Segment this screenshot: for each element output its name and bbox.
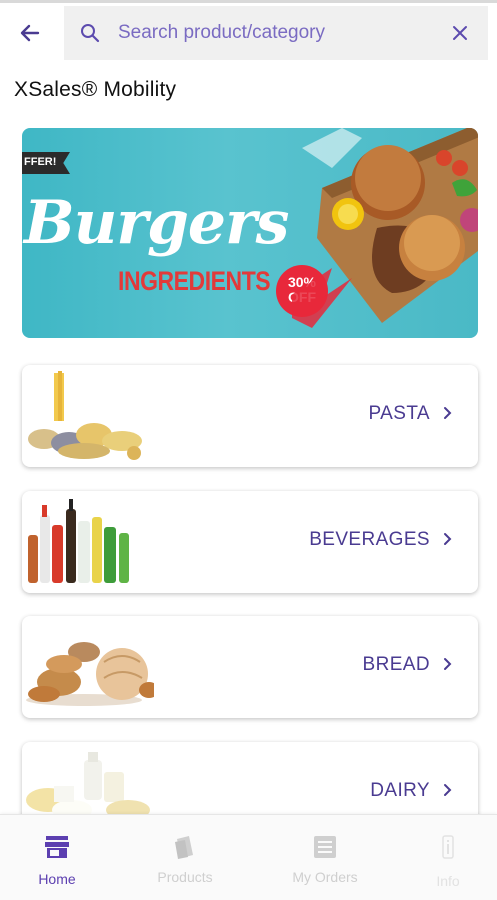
chevron-right-icon (444, 784, 452, 796)
pasta-image (28, 371, 142, 460)
nav-label: Home (38, 871, 76, 887)
category-card-pasta[interactable]: PASTA (22, 365, 478, 467)
category-card-beverages[interactable]: BEVERAGES (22, 491, 478, 593)
category-card-bread[interactable]: BREAD (22, 616, 478, 718)
back-button[interactable] (0, 6, 60, 60)
banner-title: Burgers (24, 188, 289, 258)
nav-label: Info (436, 873, 460, 889)
products-icon (175, 836, 193, 859)
nav-label: My Orders (292, 869, 358, 885)
chevron-right-icon (444, 407, 452, 419)
category-label: DAIRY (370, 780, 430, 801)
orders-icon (314, 836, 336, 858)
search-icon (81, 24, 100, 43)
bottom-navigation: Home Products My Orders Info (0, 814, 497, 900)
nav-info[interactable]: Info (393, 815, 497, 900)
burger-board-image (292, 128, 478, 328)
chevron-right-icon (444, 658, 452, 670)
banner-subtitle: INGREDIENTS (118, 266, 271, 296)
nav-label: Products (157, 869, 213, 885)
top-bar (0, 0, 497, 60)
nav-products[interactable]: Products (130, 815, 240, 900)
nav-home[interactable]: Home (2, 815, 112, 900)
app-title: XSales® Mobility (14, 78, 177, 101)
category-label: BEVERAGES (309, 529, 430, 550)
banner-offer-tag: FFER! (22, 152, 70, 174)
search-input[interactable] (118, 22, 418, 44)
promo-banner[interactable]: FFER! Burgers INGREDIENTS 30% OFF (22, 128, 478, 338)
close-icon[interactable] (450, 23, 470, 43)
store-icon (45, 836, 69, 858)
info-icon (442, 835, 454, 859)
category-label: BREAD (362, 654, 430, 675)
search-bar (64, 6, 488, 60)
nav-my-orders[interactable]: My Orders (270, 815, 380, 900)
beverages-image (28, 499, 129, 583)
chevron-right-icon (444, 533, 452, 545)
bread-image (26, 642, 154, 706)
category-label: PASTA (368, 403, 430, 424)
arrow-left-icon (20, 24, 40, 42)
